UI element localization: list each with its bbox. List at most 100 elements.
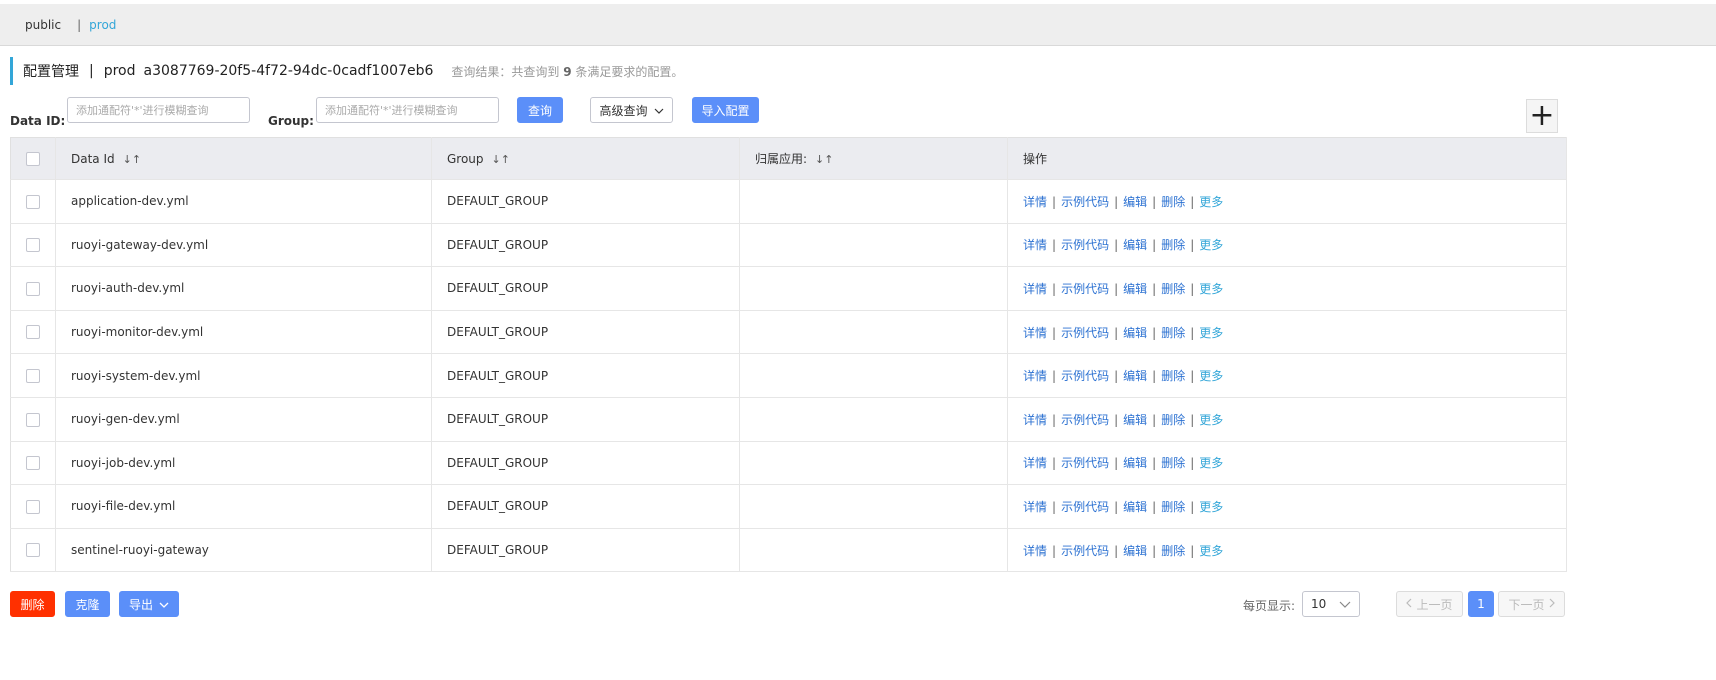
op-link-4[interactable]: 更多	[1199, 500, 1223, 514]
op-link-2[interactable]: 编辑	[1123, 326, 1147, 340]
op-link-0[interactable]: 详情	[1023, 500, 1047, 514]
op-link-1[interactable]: 示例代码	[1061, 282, 1109, 296]
table-row: ruoyi-gen-dev.yml DEFAULT_GROUP 详情 | 示例代码 | 编辑…	[10, 397, 1567, 442]
op-link-0[interactable]: 详情	[1023, 195, 1047, 209]
op-link-4[interactable]: 更多	[1199, 282, 1223, 296]
query-button[interactable]: 查询	[517, 97, 563, 123]
row-checkbox[interactable]	[26, 194, 40, 209]
op-separator: |	[1114, 412, 1119, 427]
plus-icon: +	[1529, 98, 1555, 133]
op-link-0[interactable]: 详情	[1023, 326, 1047, 340]
op-separator: |	[1114, 456, 1119, 471]
op-link-1[interactable]: 示例代码	[1061, 544, 1109, 558]
table-row: application-dev.yml DEFAULT_GROUP 详情 | 示例代码 |…	[10, 179, 1567, 224]
op-link-4[interactable]: 更多	[1199, 369, 1223, 383]
op-link-3[interactable]: 删除	[1161, 282, 1185, 296]
table-row: sentinel-ruoyi-gateway DEFAULT_GROUP 详情 | 示例…	[10, 528, 1567, 573]
op-link-3[interactable]: 删除	[1161, 456, 1185, 470]
op-link-2[interactable]: 编辑	[1123, 369, 1147, 383]
import-config-button[interactable]: 导入配置	[692, 97, 759, 123]
op-link-1[interactable]: 示例代码	[1061, 238, 1109, 252]
op-separator: |	[1052, 543, 1057, 558]
row-checkbox-cell	[10, 353, 56, 398]
sort-icon[interactable]: ↓↑	[815, 153, 833, 166]
op-separator: |	[1052, 194, 1057, 209]
op-separator: |	[1190, 369, 1195, 384]
batch-delete-button[interactable]: 删除	[10, 591, 55, 617]
op-link-4[interactable]: 更多	[1199, 326, 1223, 340]
op-separator: |	[1114, 543, 1119, 558]
sort-icon[interactable]: ↓↑	[492, 153, 510, 166]
op-link-1[interactable]: 示例代码	[1061, 195, 1109, 209]
add-config-button[interactable]: +	[1526, 99, 1558, 133]
op-link-1[interactable]: 示例代码	[1061, 326, 1109, 340]
op-link-1[interactable]: 示例代码	[1061, 500, 1109, 514]
cell-group: DEFAULT_GROUP	[431, 223, 740, 268]
op-link-3[interactable]: 删除	[1161, 326, 1185, 340]
op-link-3[interactable]: 删除	[1161, 195, 1185, 209]
row-checkbox[interactable]	[26, 325, 40, 340]
cell-app	[739, 179, 1008, 224]
clone-button[interactable]: 克隆	[65, 591, 110, 617]
namespace-prod[interactable]: prod	[89, 18, 116, 32]
op-separator: |	[1190, 238, 1195, 253]
op-link-0[interactable]: 详情	[1023, 238, 1047, 252]
op-link-3[interactable]: 删除	[1161, 500, 1185, 514]
op-link-0[interactable]: 详情	[1023, 413, 1047, 427]
op-link-2[interactable]: 编辑	[1123, 195, 1147, 209]
op-link-2[interactable]: 编辑	[1123, 238, 1147, 252]
row-checkbox[interactable]	[26, 456, 40, 471]
op-link-0[interactable]: 详情	[1023, 282, 1047, 296]
cell-group: DEFAULT_GROUP	[431, 266, 740, 311]
op-link-0[interactable]: 详情	[1023, 456, 1047, 470]
dataid-label: Data ID:	[10, 114, 66, 128]
row-checkbox[interactable]	[26, 543, 40, 558]
prev-page-button[interactable]: 上一页	[1396, 591, 1463, 617]
op-separator: |	[1152, 412, 1157, 427]
row-checkbox[interactable]	[26, 499, 40, 514]
cell-operations: 详情 | 示例代码 | 编辑 | 删除 | 更多	[1007, 484, 1567, 529]
cell-data-id: ruoyi-system-dev.yml	[55, 353, 432, 398]
op-link-2[interactable]: 编辑	[1123, 413, 1147, 427]
row-checkbox-cell	[10, 484, 56, 529]
dataid-search-input[interactable]	[67, 97, 250, 123]
export-button[interactable]: 导出	[119, 591, 179, 617]
op-link-1[interactable]: 示例代码	[1061, 456, 1109, 470]
op-link-4[interactable]: 更多	[1199, 195, 1223, 209]
sort-icon[interactable]: ↓↑	[123, 153, 141, 166]
namespace-public[interactable]: public	[25, 18, 61, 32]
op-link-1[interactable]: 示例代码	[1061, 369, 1109, 383]
page-1-button[interactable]: 1	[1468, 591, 1494, 617]
op-link-3[interactable]: 删除	[1161, 369, 1185, 383]
page-size-select[interactable]: 10	[1302, 591, 1360, 617]
op-link-1[interactable]: 示例代码	[1061, 413, 1109, 427]
op-link-2[interactable]: 编辑	[1123, 500, 1147, 514]
cell-group: DEFAULT_GROUP	[431, 441, 740, 486]
advanced-query-button[interactable]: 高级查询	[590, 97, 673, 123]
op-separator: |	[1114, 369, 1119, 384]
op-link-4[interactable]: 更多	[1199, 544, 1223, 558]
op-link-4[interactable]: 更多	[1199, 413, 1223, 427]
op-separator: |	[1152, 369, 1157, 384]
row-checkbox[interactable]	[26, 281, 40, 296]
op-link-3[interactable]: 删除	[1161, 544, 1185, 558]
row-checkbox-cell	[10, 397, 56, 442]
op-link-4[interactable]: 更多	[1199, 456, 1223, 470]
cell-data-id: sentinel-ruoyi-gateway	[55, 528, 432, 573]
group-search-input[interactable]	[316, 97, 499, 123]
op-link-2[interactable]: 编辑	[1123, 456, 1147, 470]
op-link-3[interactable]: 删除	[1161, 238, 1185, 252]
cell-data-id: ruoyi-file-dev.yml	[55, 484, 432, 529]
op-link-0[interactable]: 详情	[1023, 369, 1047, 383]
select-all-checkbox[interactable]	[26, 151, 40, 166]
row-checkbox[interactable]	[26, 368, 40, 383]
op-link-2[interactable]: 编辑	[1123, 282, 1147, 296]
next-page-button[interactable]: 下一页	[1498, 591, 1565, 617]
row-checkbox[interactable]	[26, 412, 40, 427]
table-row: ruoyi-gateway-dev.yml DEFAULT_GROUP 详情 | 示例代…	[10, 223, 1567, 268]
row-checkbox[interactable]	[26, 238, 40, 253]
op-link-4[interactable]: 更多	[1199, 238, 1223, 252]
op-link-3[interactable]: 删除	[1161, 413, 1185, 427]
op-link-0[interactable]: 详情	[1023, 544, 1047, 558]
op-link-2[interactable]: 编辑	[1123, 544, 1147, 558]
